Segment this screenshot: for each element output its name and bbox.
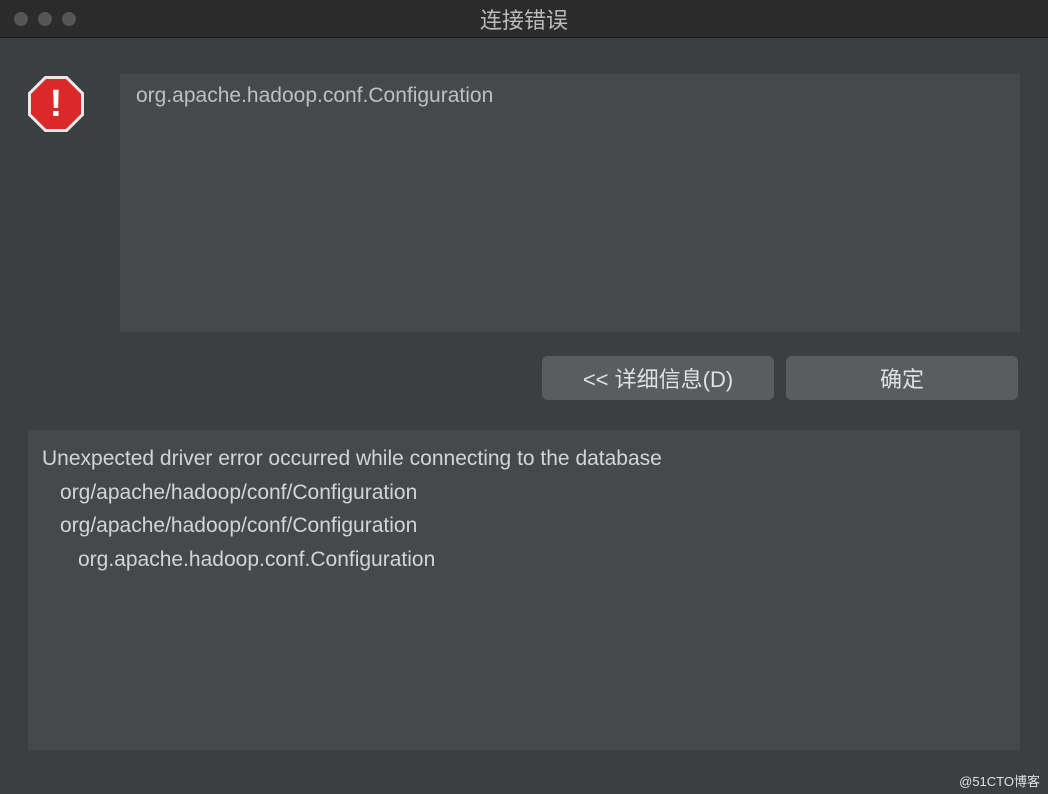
details-line-3: org/apache/hadoop/conf/Configuration: [42, 509, 1006, 543]
details-line-2: org/apache/hadoop/conf/Configuration: [42, 476, 1006, 510]
close-window-button[interactable]: [14, 12, 28, 26]
details-line-1: Unexpected driver error occurred while c…: [42, 442, 1006, 476]
window-title: 连接错误: [480, 3, 568, 35]
dialog-content: ! org.apache.hadoop.conf.Configuration <…: [0, 38, 1048, 750]
titlebar: 连接错误: [0, 0, 1048, 38]
window-controls: [14, 12, 76, 26]
details-line-4: org.apache.hadoop.conf.Configuration: [42, 543, 1006, 577]
minimize-window-button[interactable]: [38, 12, 52, 26]
upper-row: ! org.apache.hadoop.conf.Configuration: [28, 74, 1020, 332]
exclamation-mark: !: [50, 85, 63, 123]
maximize-window-button[interactable]: [62, 12, 76, 26]
button-row: << 详细信息(D) 确定: [28, 356, 1020, 400]
error-message-panel: org.apache.hadoop.conf.Configuration: [120, 74, 1020, 332]
details-button[interactable]: << 详细信息(D): [542, 356, 774, 400]
details-panel: Unexpected driver error occurred while c…: [28, 430, 1020, 750]
stop-error-icon: !: [28, 76, 84, 132]
watermark: @51CTO博客: [959, 771, 1040, 790]
ok-button[interactable]: 确定: [786, 356, 1018, 400]
error-message-text: org.apache.hadoop.conf.Configuration: [136, 84, 1004, 108]
